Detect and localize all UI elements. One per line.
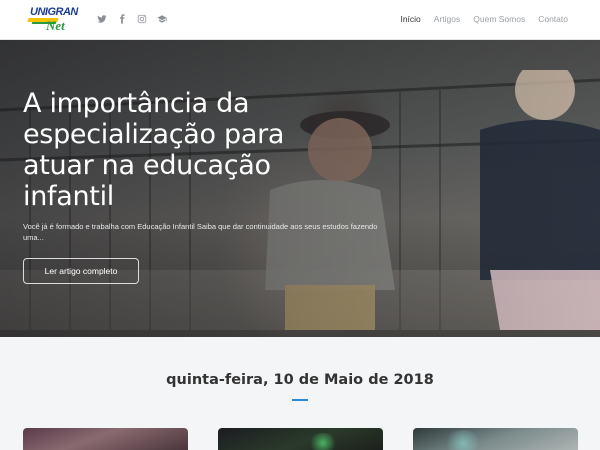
- section-date-heading: quinta-feira, 10 de Maio de 2018: [166, 372, 434, 388]
- social-links: [96, 13, 167, 27]
- article-card-thumbnail[interactable]: [23, 428, 188, 450]
- logo-subtext: Net: [46, 18, 65, 33]
- hero-banner: A importância da especialização para atu…: [0, 40, 600, 337]
- nav-item-inicio[interactable]: Início: [400, 14, 420, 24]
- twitter-icon[interactable]: [96, 14, 107, 26]
- main-nav: Início Artigos Quem Somos Contato: [400, 14, 568, 24]
- top-header: UNIGRAN Net Início Artigos Quem Somos Co…: [0, 0, 600, 40]
- article-card-thumbnail[interactable]: [218, 428, 383, 450]
- thumbnail-highlight: [443, 430, 483, 450]
- nav-item-artigos[interactable]: Artigos: [434, 14, 460, 24]
- instagram-icon[interactable]: [136, 14, 147, 26]
- article-card-thumbnail[interactable]: [413, 428, 578, 450]
- hero-excerpt: Você já é formado e trabalha com Educaçã…: [23, 222, 378, 242]
- hero-title: A importância da especialização para atu…: [23, 88, 285, 212]
- read-article-button[interactable]: Ler artigo completo: [23, 258, 139, 284]
- logo-wordmark: UNIGRAN: [30, 6, 78, 18]
- heading-accent-line: [292, 399, 308, 401]
- unigran-net-logo[interactable]: UNIGRAN Net: [27, 6, 80, 34]
- nav-item-quem-somos[interactable]: Quem Somos: [473, 14, 525, 24]
- graduation-cap-icon[interactable]: [156, 14, 167, 26]
- nav-item-contato[interactable]: Contato: [538, 14, 568, 24]
- thumbnail-highlight: [308, 433, 338, 450]
- facebook-icon[interactable]: [116, 14, 127, 26]
